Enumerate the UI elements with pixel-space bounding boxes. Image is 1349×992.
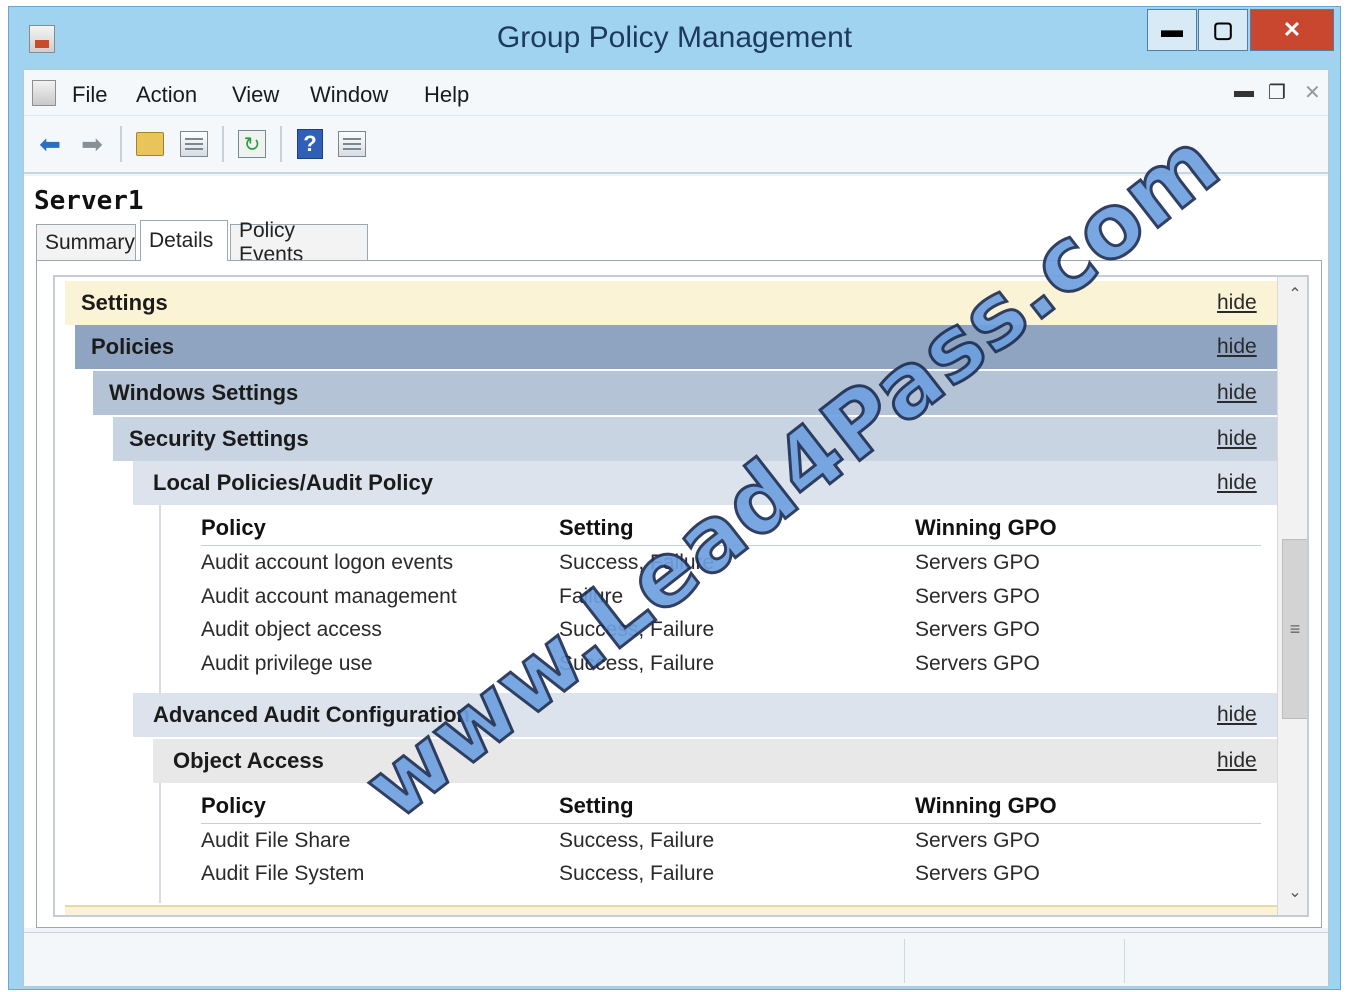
header-rule: [201, 545, 1261, 546]
menu-file[interactable]: File: [72, 82, 107, 108]
column-header-winning-gpo: Winning GPO: [915, 515, 1057, 540]
scroll-up-icon[interactable]: ⌃: [1284, 283, 1306, 305]
scroll-down-icon[interactable]: ⌄: [1284, 881, 1306, 903]
menu-action[interactable]: Action: [136, 82, 197, 108]
table-cell: Servers GPO: [915, 618, 1040, 641]
section-title: Object Access: [173, 748, 324, 773]
forward-arrow-icon[interactable]: ➡: [76, 128, 108, 160]
back-arrow-icon[interactable]: ⬅: [34, 128, 66, 160]
hide-link[interactable]: hide: [1217, 381, 1257, 405]
show-hide-tree-icon[interactable]: [178, 128, 210, 160]
object-access-table: Policy Setting Winning GPO Audit File Sh…: [201, 793, 1261, 893]
table-cell: Servers GPO: [915, 585, 1040, 608]
table-cell: Audit File System: [201, 862, 365, 885]
hide-link[interactable]: hide: [1217, 335, 1257, 359]
table-cell: Success, Failure: [559, 862, 715, 885]
column-header-winning-gpo: Winning GPO: [915, 793, 1057, 818]
table-cell: Success, Failure: [559, 652, 715, 675]
indent-guide: [159, 505, 161, 693]
table-cell: Failure: [559, 585, 624, 608]
section-settings: Settings hide: [65, 281, 1277, 325]
table-cell: Success, Failure: [559, 551, 715, 574]
table-cell: Audit File Share: [201, 829, 351, 852]
results-pane: Server1 Summary Details Policy Events Se…: [24, 176, 1328, 928]
status-bar: [24, 932, 1328, 986]
toolbar-separator: [222, 126, 224, 162]
mdi-minimize-button[interactable]: ▬: [1234, 80, 1254, 103]
column-header-setting: Setting: [559, 515, 634, 540]
section-audit-policy: Local Policies/Audit Policy hide: [133, 461, 1277, 505]
column-header-policy: Policy: [201, 793, 266, 818]
table-cell: Servers GPO: [915, 862, 1040, 885]
help-icon[interactable]: ?: [294, 128, 326, 160]
mdi-client: File Action View Window Help ▬ ❐ ✕ ⬅ ➡ ↻…: [23, 69, 1329, 987]
table-cell: Audit account management: [201, 585, 457, 608]
hide-link[interactable]: hide: [1217, 427, 1257, 451]
menu-bar: File Action View Window Help ▬ ❐ ✕: [24, 70, 1328, 116]
section-title: Windows Settings: [109, 380, 299, 405]
app-window: Group Policy Management ▬ ▢ ✕ File Actio…: [8, 6, 1341, 990]
audit-policy-table: Policy Setting Winning GPO Audit account…: [201, 515, 1261, 685]
column-header-setting: Setting: [559, 793, 634, 818]
tab-policy-events[interactable]: Policy Events: [230, 219, 368, 266]
section-windows-settings: Windows Settings hide: [93, 371, 1277, 415]
tab-summary[interactable]: Summary: [36, 224, 136, 260]
section-title: Settings: [81, 290, 168, 315]
status-pane: [904, 939, 1124, 983]
close-button[interactable]: ✕: [1250, 9, 1334, 51]
mdi-document-icon[interactable]: [32, 80, 56, 106]
menu-window[interactable]: Window: [310, 82, 388, 108]
hide-link[interactable]: hide: [1217, 471, 1257, 495]
section-title: Local Policies/Audit Policy: [153, 470, 433, 495]
table-cell: Servers GPO: [915, 829, 1040, 852]
vertical-scrollbar[interactable]: ⌃ ≡ ⌄: [1277, 277, 1307, 915]
toolbar-separator: [120, 126, 122, 162]
table-cell: Audit object access: [201, 618, 382, 641]
hide-link[interactable]: hide: [1217, 749, 1257, 773]
table-cell: Audit privilege use: [201, 652, 373, 675]
section-title: Advanced Audit Configuration: [153, 702, 470, 727]
section-security-settings: Security Settings hide: [113, 417, 1277, 461]
table-cell: Audit account logon events: [201, 551, 454, 574]
mdi-restore-button[interactable]: ❐: [1268, 80, 1286, 105]
title-bar[interactable]: Group Policy Management ▬ ▢ ✕: [9, 7, 1340, 69]
header-rule: [201, 823, 1261, 824]
table-cell: Success, Failure: [559, 829, 715, 852]
refresh-icon[interactable]: ↻: [236, 128, 268, 160]
window-title: Group Policy Management: [496, 21, 853, 54]
status-pane: [1124, 939, 1324, 983]
table-cell: Servers GPO: [915, 551, 1040, 574]
indent-guide: [159, 783, 161, 903]
settings-report[interactable]: Settings hide Policies hide Windows Sett…: [53, 275, 1309, 917]
menu-help[interactable]: Help: [424, 82, 469, 108]
up-folder-icon[interactable]: [134, 128, 166, 160]
hide-link[interactable]: hide: [1217, 291, 1257, 315]
toolbar: ⬅ ➡ ↻ ?: [24, 116, 1328, 174]
table-cell: Servers GPO: [915, 652, 1040, 675]
section-advanced-audit: Advanced Audit Configuration hide: [133, 693, 1277, 737]
column-header-policy: Policy: [201, 515, 266, 540]
scroll-thumb[interactable]: ≡: [1282, 539, 1307, 719]
mdi-close-button[interactable]: ✕: [1304, 80, 1321, 105]
minimize-button[interactable]: ▬: [1147, 9, 1197, 51]
section-title: Security Settings: [129, 426, 309, 451]
details-panel: Settings hide Policies hide Windows Sett…: [36, 260, 1322, 928]
tab-details[interactable]: Details: [140, 220, 228, 261]
toolbar-separator: [280, 126, 282, 162]
section-title: Policies: [91, 334, 175, 359]
hide-link[interactable]: hide: [1217, 703, 1257, 727]
maximize-button[interactable]: ▢: [1198, 9, 1248, 51]
section-policies: Policies hide: [75, 325, 1277, 369]
page-title: Server1: [34, 186, 144, 216]
menu-view[interactable]: View: [232, 82, 279, 108]
table-cell: Success, Failure: [559, 618, 715, 641]
section-next-partial: [65, 905, 1277, 915]
section-object-access: Object Access hide: [153, 739, 1277, 783]
properties-icon[interactable]: [336, 128, 368, 160]
